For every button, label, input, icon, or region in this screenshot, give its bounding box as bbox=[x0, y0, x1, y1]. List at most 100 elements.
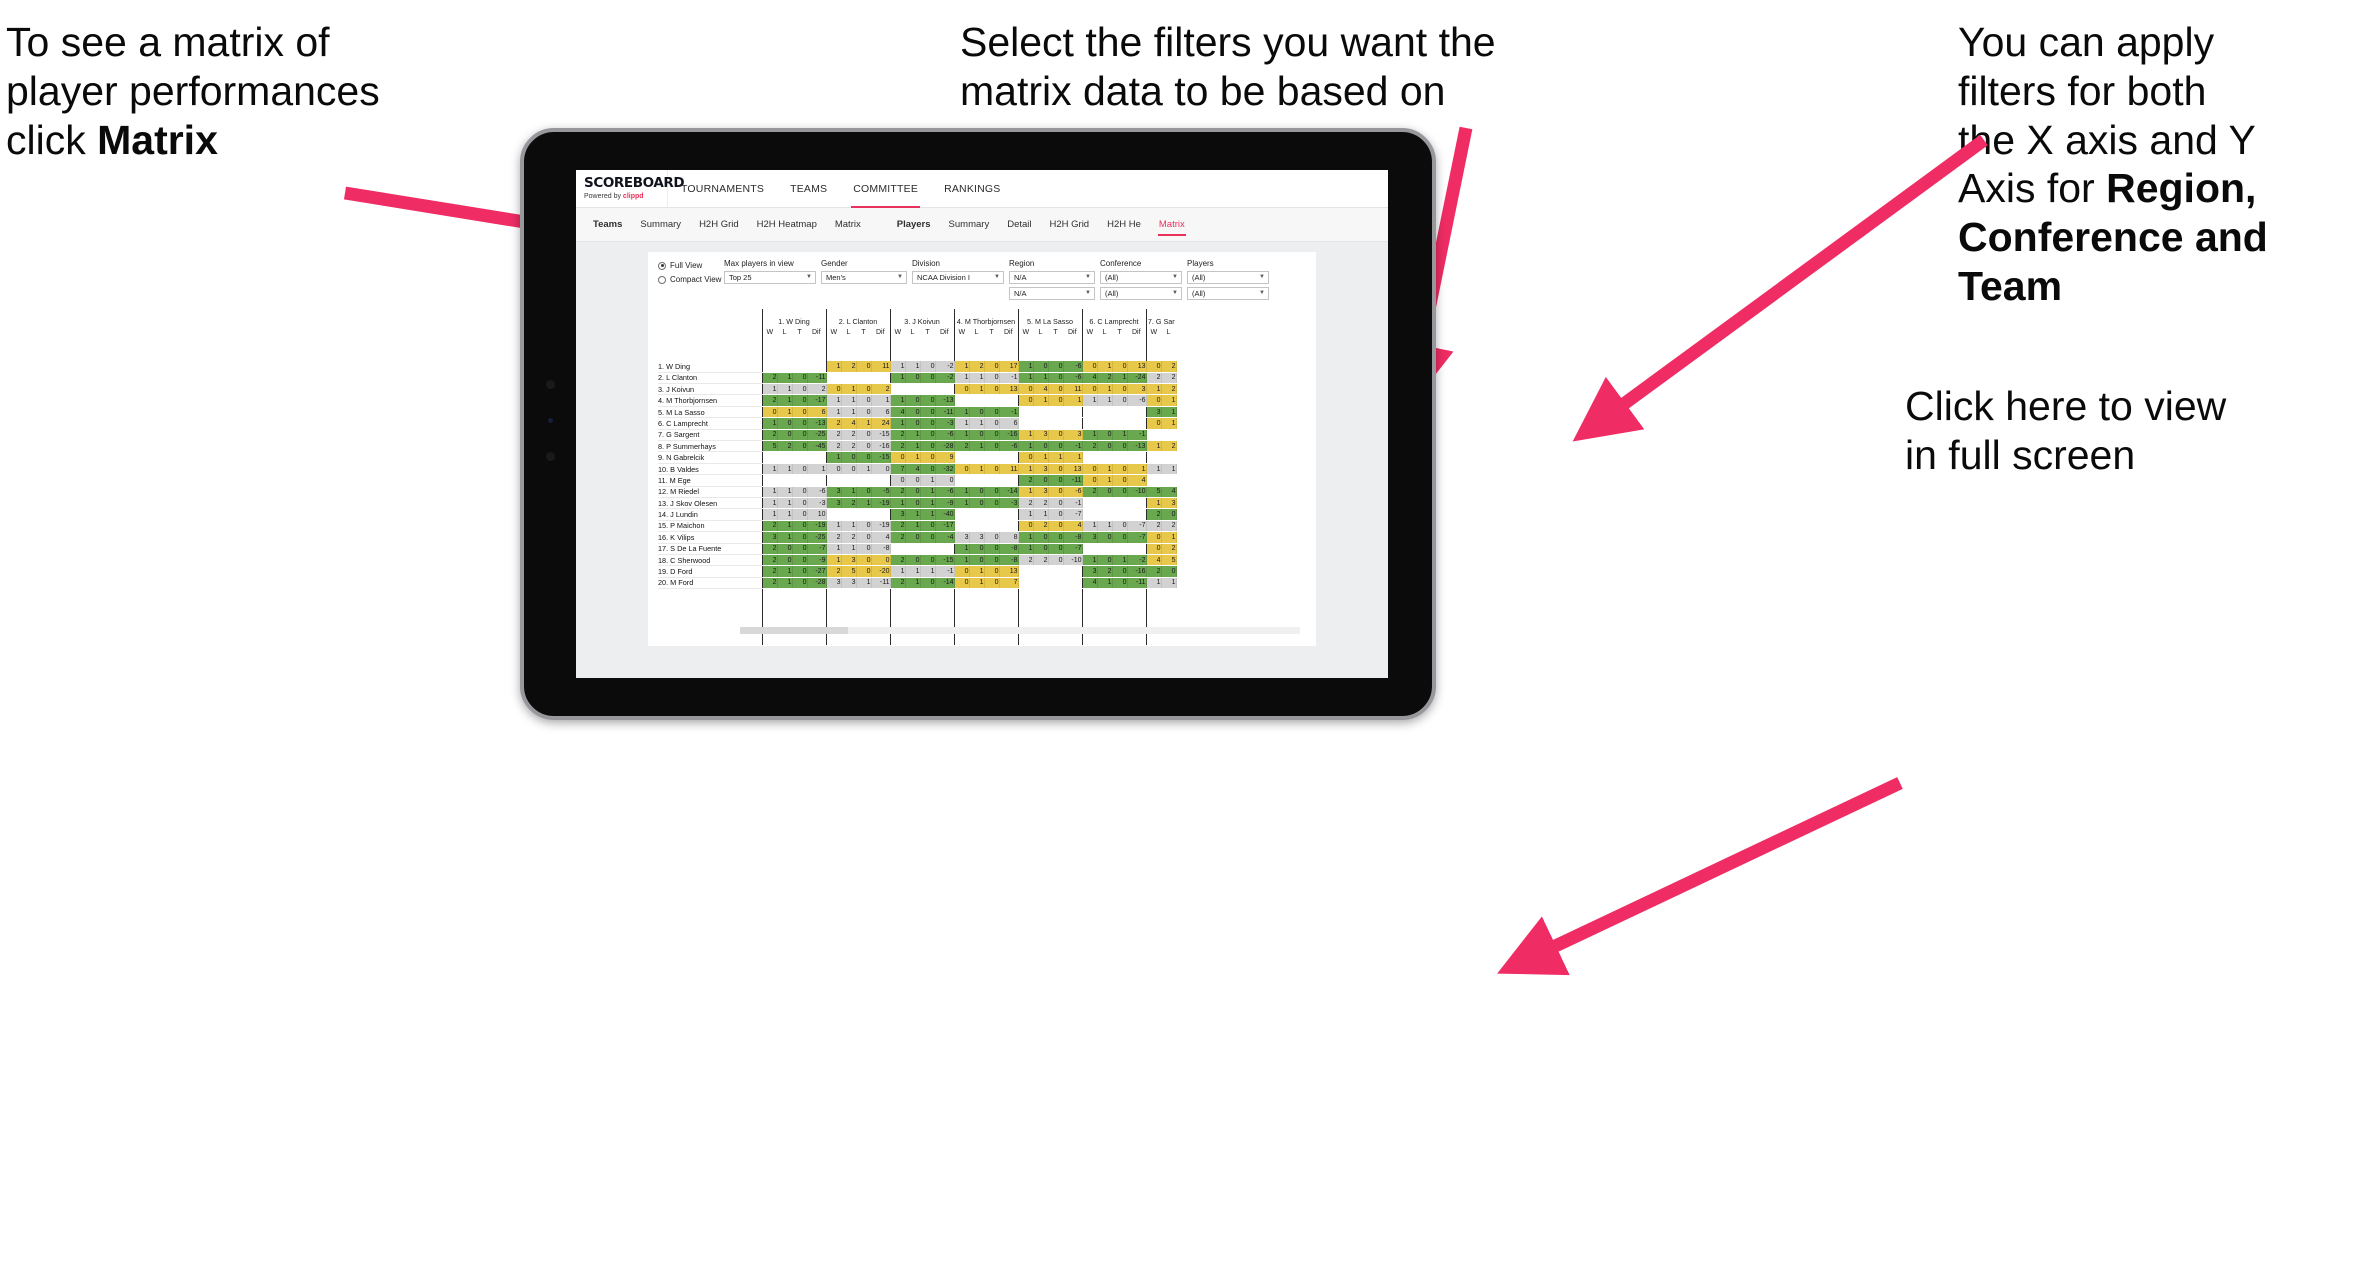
matrix-cell[interactable]: -7 bbox=[1063, 508, 1083, 521]
matrix-cell[interactable]: 0 bbox=[777, 543, 793, 555]
matrix-cell[interactable]: -1 bbox=[999, 372, 1019, 385]
tab-teams-h2h-heatmap[interactable]: H2H Heatmap bbox=[748, 208, 826, 241]
matrix-cell[interactable]: -20 bbox=[871, 565, 891, 578]
matrix-cell[interactable]: 1 bbox=[1161, 394, 1177, 407]
matrix-cell[interactable]: 0 bbox=[856, 486, 872, 499]
matrix-cell[interactable] bbox=[1081, 497, 1097, 510]
matrix-cell[interactable]: 0 bbox=[792, 577, 808, 590]
matrix-cell[interactable] bbox=[1033, 417, 1048, 430]
matrix-cell[interactable]: 1 bbox=[1097, 474, 1113, 487]
matrix-cell[interactable] bbox=[1048, 406, 1063, 419]
matrix-cell[interactable]: 0 bbox=[984, 531, 1000, 544]
matrix-cell[interactable] bbox=[777, 360, 792, 373]
matrix-cell[interactable] bbox=[1033, 406, 1048, 419]
matrix-cell[interactable]: 1 bbox=[1145, 577, 1162, 590]
matrix-cell[interactable]: 0 bbox=[920, 531, 936, 544]
matrix-cell[interactable]: 0 bbox=[984, 577, 1000, 590]
matrix-cell[interactable]: -10 bbox=[1063, 554, 1083, 567]
matrix-cell[interactable]: 7 bbox=[889, 463, 906, 476]
matrix-cell[interactable] bbox=[1033, 577, 1048, 590]
matrix-cell[interactable]: 1 bbox=[1161, 417, 1177, 430]
matrix-cell[interactable]: 0 bbox=[1048, 497, 1064, 510]
matrix-cell[interactable]: -1 bbox=[999, 406, 1019, 419]
matrix-cell[interactable]: 1 bbox=[825, 451, 842, 464]
matrix-cell[interactable]: 2 bbox=[1097, 565, 1113, 578]
matrix-cell[interactable] bbox=[999, 520, 1018, 533]
matrix-cell[interactable]: 0 bbox=[1033, 543, 1049, 555]
matrix-cell[interactable]: 2 bbox=[761, 565, 778, 578]
matrix-cell[interactable]: 1 bbox=[1017, 508, 1034, 521]
matrix-cell[interactable]: 0 bbox=[953, 577, 970, 590]
matrix-cell[interactable]: 0 bbox=[984, 463, 1000, 476]
matrix-cell[interactable] bbox=[999, 451, 1018, 464]
matrix-cell[interactable]: 0 bbox=[889, 474, 906, 487]
matrix-cell[interactable]: 1 bbox=[1033, 508, 1049, 521]
matrix-cell[interactable]: 0 bbox=[1112, 383, 1128, 396]
matrix-cell[interactable]: -16 bbox=[871, 440, 891, 453]
matrix-cell[interactable]: 6 bbox=[807, 406, 827, 419]
matrix-cell[interactable]: 0 bbox=[1081, 383, 1098, 396]
matrix-cell[interactable]: 0 bbox=[1161, 565, 1177, 578]
matrix-cell[interactable]: 0 bbox=[1048, 372, 1064, 385]
nav-item-rankings[interactable]: RANKINGS bbox=[931, 170, 1013, 207]
matrix-cell[interactable]: 0 bbox=[777, 429, 793, 442]
matrix-cell[interactable]: 2 bbox=[1145, 565, 1162, 578]
matrix-cell[interactable]: 1 bbox=[889, 360, 906, 373]
matrix-cell[interactable]: 1 bbox=[969, 463, 985, 476]
matrix-cell[interactable]: 13 bbox=[1127, 360, 1147, 373]
matrix-cell[interactable]: -13 bbox=[807, 417, 827, 430]
matrix-cell[interactable]: 4 bbox=[1145, 554, 1162, 567]
matrix-cell[interactable]: 2 bbox=[1033, 554, 1049, 567]
matrix-cell[interactable]: 0 bbox=[984, 486, 1000, 499]
matrix-cell[interactable]: 3 bbox=[841, 577, 857, 590]
matrix-cell[interactable]: 0 bbox=[792, 394, 808, 407]
matrix-cell[interactable]: -28 bbox=[935, 440, 955, 453]
matrix-cell[interactable]: -9 bbox=[935, 497, 955, 510]
matrix-cell[interactable]: 0 bbox=[1112, 577, 1128, 590]
tab-players-detail[interactable]: Detail bbox=[998, 208, 1040, 241]
matrix-cell[interactable]: 2 bbox=[889, 520, 906, 533]
matrix-cell[interactable]: 0 bbox=[856, 383, 872, 396]
matrix-cell[interactable]: 0 bbox=[1112, 531, 1128, 544]
matrix-cell[interactable]: -7 bbox=[1127, 520, 1147, 533]
matrix-cell[interactable] bbox=[984, 520, 999, 533]
matrix-cell[interactable]: 24 bbox=[871, 417, 891, 430]
matrix-cell[interactable]: 0 bbox=[1097, 440, 1113, 453]
matrix-cell[interactable]: 2 bbox=[841, 531, 857, 544]
matrix-cell[interactable] bbox=[969, 520, 984, 533]
matrix-cell[interactable]: -24 bbox=[1127, 372, 1147, 385]
matrix-cell[interactable] bbox=[1063, 417, 1082, 430]
matrix-cell[interactable]: 1 bbox=[761, 497, 778, 510]
matrix-cell[interactable]: 1 bbox=[807, 463, 827, 476]
matrix-cell[interactable]: 0 bbox=[984, 440, 1000, 453]
matrix-cell[interactable]: 1 bbox=[1112, 429, 1128, 442]
matrix-cell[interactable]: 2 bbox=[761, 543, 778, 555]
matrix-cell[interactable]: 2 bbox=[1145, 372, 1162, 385]
select-region-y[interactable]: N/A ▼ bbox=[1009, 286, 1095, 300]
matrix-cell[interactable]: 0 bbox=[792, 440, 808, 453]
matrix-cell[interactable] bbox=[1127, 497, 1146, 510]
matrix-cell[interactable] bbox=[999, 508, 1018, 521]
matrix-cell[interactable] bbox=[920, 543, 935, 555]
matrix-cell[interactable] bbox=[777, 474, 792, 487]
matrix-cell[interactable]: -28 bbox=[807, 577, 827, 590]
matrix-cell[interactable]: 1 bbox=[825, 520, 842, 533]
matrix-cell[interactable]: 1 bbox=[1048, 451, 1064, 464]
matrix-cell[interactable]: 0 bbox=[871, 554, 891, 567]
matrix-cell[interactable]: 2 bbox=[1017, 554, 1034, 567]
matrix-cell[interactable]: -16 bbox=[999, 429, 1019, 442]
matrix-cell[interactable] bbox=[1097, 406, 1112, 419]
matrix-cell[interactable]: 0 bbox=[1081, 463, 1098, 476]
matrix-cell[interactable] bbox=[905, 543, 920, 555]
matrix-cell[interactable] bbox=[1127, 406, 1146, 419]
matrix-cell[interactable] bbox=[1112, 543, 1127, 555]
matrix-cell[interactable]: 7 bbox=[999, 577, 1019, 590]
matrix-cell[interactable]: -19 bbox=[871, 497, 891, 510]
matrix-cell[interactable]: 0 bbox=[1048, 383, 1064, 396]
matrix-cell[interactable]: -3 bbox=[807, 497, 827, 510]
matrix-cell[interactable]: 1 bbox=[1097, 577, 1113, 590]
matrix-cell[interactable]: 1 bbox=[1145, 497, 1162, 510]
matrix-cell[interactable]: 4 bbox=[871, 531, 891, 544]
matrix-cell[interactable]: 1 bbox=[777, 406, 793, 419]
matrix-cell[interactable]: 1 bbox=[1161, 577, 1177, 590]
